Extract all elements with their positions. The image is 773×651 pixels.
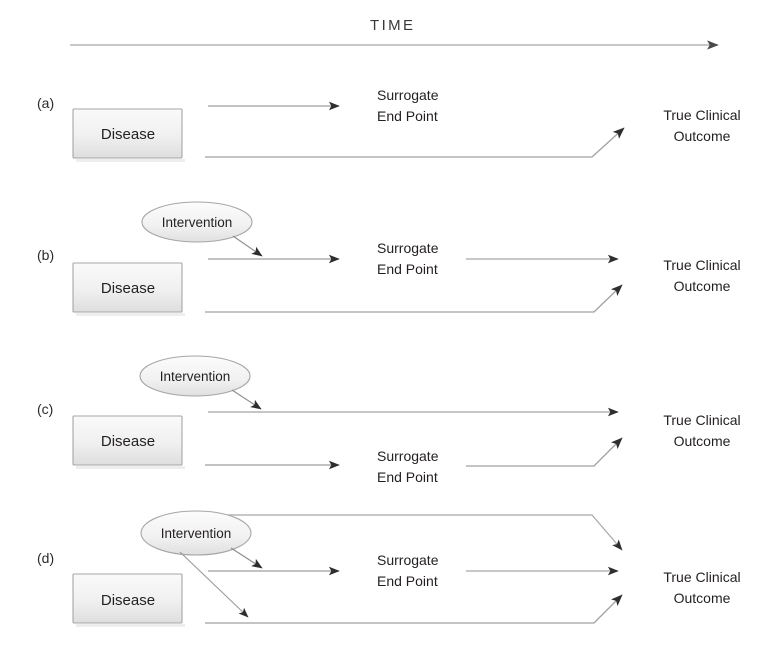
arrow-c-surrogate-to-outcome — [466, 437, 623, 467]
outcome-label-a-line1: True Clinical — [663, 107, 741, 123]
disease-label-b: Disease — [100, 280, 156, 297]
surrogate-label-b: Surrogate End Point — [377, 241, 438, 276]
outcome-label-c-line2: Outcome — [673, 433, 731, 449]
outcome-label-a-line2: Outcome — [673, 128, 731, 144]
arrow-d-disease-to-outcome — [205, 594, 623, 624]
surrogate-label-d-line1: Surrogate — [377, 552, 439, 568]
outcome-label-d-line1: True Clinical — [663, 569, 741, 585]
surrogate-endpoint-diagram: TIME (a) (b) (c) (d) Disease Surrogate E… — [0, 0, 773, 651]
surrogate-label-b-line2: End Point — [377, 261, 438, 277]
arrow-b-intervention-to-pathway — [232, 235, 263, 257]
disease-label-a: Disease — [100, 126, 156, 143]
arrow-b-disease-to-outcome — [205, 284, 623, 313]
time-axis-title: TIME — [370, 17, 416, 34]
outcome-label-b-line1: True Clinical — [663, 257, 741, 273]
outcome-label-b: True Clinical Outcome — [638, 258, 766, 293]
panel-label-d: (d) — [37, 550, 55, 566]
surrogate-label-c: Surrogate End Point — [377, 449, 438, 484]
arrow-c-intervention-to-pathway — [231, 389, 262, 410]
outcome-label-c: True Clinical Outcome — [638, 413, 766, 448]
arrow-a-disease-to-outcome — [205, 127, 625, 158]
surrogate-label-d-line2: End Point — [377, 573, 438, 589]
arrow-d-intervention-to-middle — [230, 547, 263, 569]
surrogate-label-b-line1: Surrogate — [377, 240, 439, 256]
surrogate-label-c-line2: End Point — [377, 469, 438, 485]
arrow-d-intervention-to-lower — [179, 551, 249, 618]
disease-label-d: Disease — [100, 592, 156, 609]
panel-label-c: (c) — [37, 401, 54, 417]
intervention-label-b: Intervention — [161, 215, 233, 230]
outcome-label-d-line2: Outcome — [673, 590, 731, 606]
panel-label-a: (a) — [37, 95, 55, 111]
surrogate-label-a: Surrogate End Point — [377, 88, 438, 123]
surrogate-label-a-line2: End Point — [377, 108, 438, 124]
surrogate-label-d: Surrogate End Point — [377, 553, 438, 588]
disease-label-c: Disease — [100, 433, 156, 450]
outcome-label-d: True Clinical Outcome — [638, 570, 766, 605]
intervention-label-d: Intervention — [160, 526, 232, 541]
surrogate-label-c-line1: Surrogate — [377, 448, 439, 464]
panel-label-b: (b) — [37, 247, 55, 263]
arrow-d-top-path-to-outcome — [208, 514, 623, 551]
outcome-label-c-line1: True Clinical — [663, 412, 741, 428]
outcome-label-a: True Clinical Outcome — [638, 108, 766, 143]
surrogate-label-a-line1: Surrogate — [377, 87, 439, 103]
intervention-label-c: Intervention — [159, 369, 231, 384]
outcome-label-b-line2: Outcome — [673, 278, 731, 294]
